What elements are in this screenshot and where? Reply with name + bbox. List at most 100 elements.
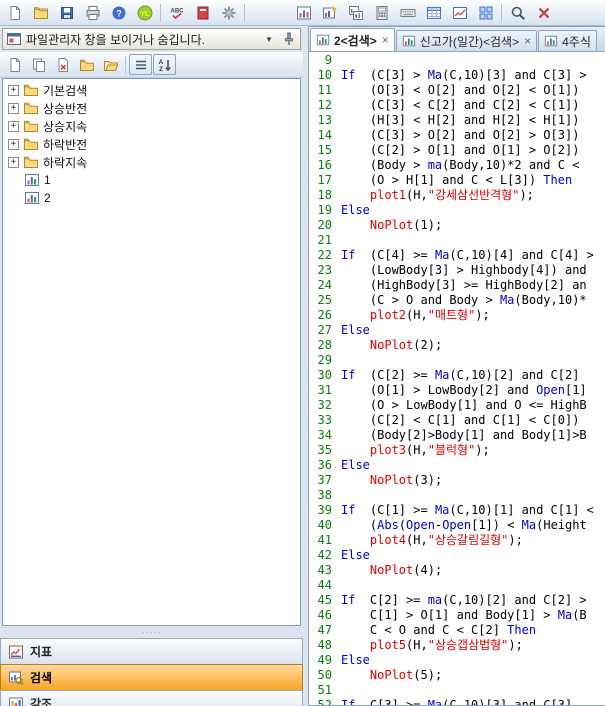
view-toggle-button[interactable] <box>129 54 152 75</box>
close-icon <box>536 5 552 21</box>
grid-view-button[interactable] <box>473 2 498 24</box>
doc-copy-button[interactable] <box>27 54 50 75</box>
line-number: 15 <box>309 143 341 158</box>
yl-logo-button[interactable]: YL <box>132 2 157 24</box>
spell-abc-button[interactable]: ABC <box>164 2 189 24</box>
calculator-button[interactable] <box>369 2 394 24</box>
new-file-button[interactable] <box>2 2 27 24</box>
indicator-chart-icon <box>8 644 24 660</box>
tab-close-button[interactable]: × <box>524 34 531 48</box>
tree-item-fall-continuation[interactable]: +하락지속 <box>3 153 300 171</box>
editor-panel: 2<검색>×신고가(일간)<검색>×4주식 910If (C[3] > Ma(C… <box>308 26 605 706</box>
code-line: 20 NoPlot(1); <box>309 218 605 233</box>
code-line: 51 <box>309 683 605 698</box>
data-table-button[interactable] <box>421 2 446 24</box>
tree-item-basic-search[interactable]: +기본검색 <box>3 81 300 99</box>
save-file-button[interactable] <box>54 2 79 24</box>
line-number: 31 <box>309 383 341 398</box>
code-text: If (C[2] >= Ma(C,10)[2] and C[2] <box>341 368 579 383</box>
panel-window-icon <box>6 31 22 47</box>
code-text: If (C[3] > Ma(C,10)[3] and C[3] > <box>341 68 587 83</box>
chart-new-button[interactable] <box>317 2 342 24</box>
code-line: 11 (O[3] < O[2] and O[2] < O[1]) <box>309 83 605 98</box>
search-button[interactable] <box>505 2 530 24</box>
line-number: 30 <box>309 368 341 383</box>
tree-expander-icon[interactable]: + <box>8 139 19 150</box>
tree-item-rise-reversal[interactable]: +상승반전 <box>3 99 300 117</box>
doc-delete-icon <box>55 57 71 73</box>
code-line: 14 (C[3] > O[2] and O[2] > O[3]) <box>309 128 605 143</box>
folder-open-button[interactable] <box>99 54 122 75</box>
panel-splitter[interactable]: ····· <box>0 626 303 638</box>
print-button[interactable] <box>80 2 105 24</box>
line-number: 38 <box>309 488 341 503</box>
table-chart-button[interactable] <box>447 2 472 24</box>
formula-book-button[interactable] <box>190 2 215 24</box>
folder-icon <box>23 136 39 152</box>
code-line: 21 <box>309 233 605 248</box>
tree-item-file-1[interactable]: 1 <box>3 171 300 189</box>
panel-collapse-button[interactable]: ▼ <box>261 31 277 47</box>
tree-item-rise-continuation[interactable]: +상승지속 <box>3 117 300 135</box>
tab-4-stock[interactable]: 4주식 <box>538 30 597 51</box>
svg-text:ABC: ABC <box>170 8 184 14</box>
code-line: 28 NoPlot(2); <box>309 338 605 353</box>
code-text: plot3(H,"블럭형"); <box>341 443 490 458</box>
code-line: 15 (C[2] > O[1] and O[1] > O[2]) <box>309 143 605 158</box>
tree-item-fall-reversal[interactable]: +하락반전 <box>3 135 300 153</box>
tab-close-button[interactable]: × <box>382 33 389 47</box>
code-line: 49Else <box>309 653 605 668</box>
main-area: 파일관리자 창을 보이거나 숨깁니다. ▼ AZ +기본검색+상승반전+상승지속… <box>0 26 605 706</box>
doc-delete-button[interactable] <box>51 54 74 75</box>
code-line: 25 (C > O and Body > Ma(Body,10)* <box>309 293 605 308</box>
toolbar-separator <box>125 56 126 74</box>
code-text: (Abs(Open-Open[1]) < Ma(Height <box>341 518 587 533</box>
sort-az-icon: AZ <box>157 57 173 73</box>
tree-expander-icon[interactable]: + <box>8 85 19 96</box>
file-tree[interactable]: +기본검색+상승반전+상승지속+하락반전+하락지속12 <box>2 78 301 626</box>
table-chart-icon <box>452 5 468 21</box>
line-number: 37 <box>309 473 341 488</box>
tree-expander-icon[interactable]: + <box>8 121 19 132</box>
line-number: 17 <box>309 173 341 188</box>
tree-item-file-2[interactable]: 2 <box>3 189 300 207</box>
code-text: NoPlot(2); <box>341 338 442 353</box>
tree-expander-icon[interactable]: + <box>8 157 19 168</box>
tab-2-search[interactable]: 2<검색>× <box>310 28 395 51</box>
keyboard-button[interactable] <box>395 2 420 24</box>
chart-multi-button[interactable] <box>343 2 368 24</box>
tree-expander-icon[interactable]: + <box>8 103 19 114</box>
code-text: NoPlot(1); <box>341 218 442 233</box>
code-text: (O > H[1] and C < L[3]) Then <box>341 173 572 188</box>
line-number: 27 <box>309 323 341 338</box>
doc-new-button[interactable] <box>3 54 26 75</box>
code-line: 13 (H[3] < H[2] and H[2] < H[1]) <box>309 113 605 128</box>
code-text: plot4(H,"상승갈림길형"); <box>341 533 523 548</box>
search-icon <box>510 5 526 21</box>
code-editor[interactable]: 910If (C[3] > Ma(C,10)[3] and C[3] >11 (… <box>309 52 605 705</box>
line-number: 36 <box>309 458 341 473</box>
help-button[interactable]: ? <box>106 2 131 24</box>
category-search[interactable]: 검색 <box>0 664 303 690</box>
sort-az-button[interactable]: AZ <box>153 54 176 75</box>
chart-doc-icon <box>544 34 558 48</box>
line-number: 21 <box>309 233 341 248</box>
open-file-button[interactable] <box>28 2 53 24</box>
settings-gear-button[interactable] <box>216 2 241 24</box>
code-line: 19Else <box>309 203 605 218</box>
close-button[interactable] <box>531 2 556 24</box>
category-indicators[interactable]: 지표 <box>0 638 303 664</box>
folder-button[interactable] <box>75 54 98 75</box>
pin-icon <box>281 31 297 47</box>
line-number: 52 <box>309 698 341 705</box>
file-manager-title: 파일관리자 창을 보이거나 숨깁니다. <box>26 31 257 48</box>
panel-pin-button[interactable] <box>281 31 297 47</box>
tab-new-high-daily[interactable]: 신고가(일간)<검색>× <box>396 30 537 51</box>
category-highlight[interactable]: 강조 <box>0 690 303 706</box>
code-line: 45If C[2] >= ma(C,10)[2] and C[2] > <box>309 593 605 608</box>
line-number: 22 <box>309 248 341 263</box>
code-text: Else <box>341 458 370 473</box>
code-line: 31 (O[1] > LowBody[2] and Open[1] <box>309 383 605 398</box>
chart-report-button[interactable] <box>291 2 316 24</box>
file-manager-toolbar: AZ <box>0 52 303 78</box>
